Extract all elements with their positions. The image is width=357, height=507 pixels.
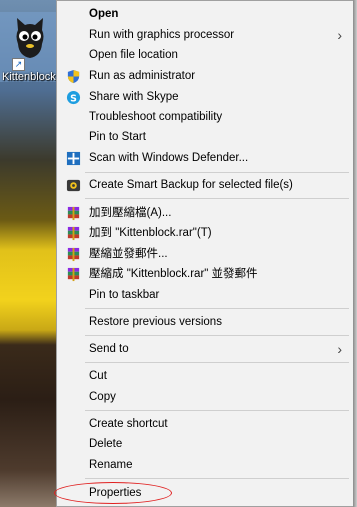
- svg-text:S: S: [70, 93, 77, 104]
- menu-item-restore-previous-versions[interactable]: Restore previous versions: [57, 312, 352, 333]
- menu-item-delete[interactable]: Delete: [57, 434, 352, 455]
- menu-item-label: Create shortcut: [89, 418, 168, 430]
- menu-item-send-to[interactable]: Send to ›: [57, 339, 352, 360]
- winrar-icon: [67, 267, 80, 282]
- menu-item-create-smart-backup[interactable]: Create Smart Backup for selected file(s): [57, 175, 352, 196]
- menu-item-label: Scan with Windows Defender...: [89, 152, 249, 164]
- menu-shadow: [353, 0, 357, 507]
- desktop-background: ↗ Kittenblock: [0, 0, 58, 507]
- menu-separator: [85, 198, 349, 199]
- menu-separator: [85, 335, 349, 336]
- menu-item-label: Send to: [89, 343, 129, 355]
- menu-item-label: Rename: [89, 459, 133, 471]
- winrar-icon: [67, 247, 80, 262]
- menu-item-run-with-gpu[interactable]: Run with graphics processor ›: [57, 25, 352, 46]
- menu-item-label: Share with Skype: [89, 91, 179, 103]
- menu-item-copy[interactable]: Copy: [57, 387, 352, 408]
- submenu-chevron-icon: ›: [337, 341, 342, 357]
- menu-separator: [85, 410, 349, 411]
- menu-item-scan-windows-defender[interactable]: Scan with Windows Defender...: [57, 148, 352, 169]
- menu-item-pin-to-start[interactable]: Pin to Start: [57, 127, 352, 148]
- skype-icon: S: [66, 90, 81, 104]
- winrar-icon: [67, 206, 80, 221]
- submenu-chevron-icon: ›: [337, 27, 342, 43]
- menu-item-label: Cut: [89, 370, 107, 382]
- menu-item-open[interactable]: Open: [57, 4, 352, 25]
- kittenblock-cat-icon: [16, 18, 44, 58]
- menu-item-label: Open: [89, 8, 119, 20]
- menu-item-cut[interactable]: Cut: [57, 366, 352, 387]
- menu-item-label: Restore previous versions: [89, 316, 222, 328]
- menu-item-troubleshoot-compatibility[interactable]: Troubleshoot compatibility: [57, 107, 352, 128]
- highlight-circle-annotation: [54, 482, 172, 504]
- shortcut-arrow-icon: ↗: [12, 58, 25, 71]
- menu-item-label: Run as administrator: [89, 70, 196, 82]
- menu-item-rar-compress-named-email[interactable]: 壓縮成 "Kittenblock.rar" 並發郵件: [57, 264, 352, 285]
- menu-item-rar-add-archive[interactable]: 加到壓縮檔(A)...: [57, 203, 352, 224]
- menu-item-rar-add-named[interactable]: 加到 "Kittenblock.rar"(T): [57, 223, 352, 244]
- menu-item-label: 壓縮成 "Kittenblock.rar" 並發郵件: [89, 268, 258, 280]
- menu-item-label: Create Smart Backup for selected file(s): [89, 179, 293, 191]
- menu-item-rar-compress-email[interactable]: 壓縮並發郵件...: [57, 244, 352, 265]
- menu-item-label: 加到 "Kittenblock.rar"(T): [89, 227, 212, 239]
- menu-item-open-file-location[interactable]: Open file location: [57, 45, 352, 66]
- menu-item-label: Run with graphics processor: [89, 29, 235, 41]
- menu-separator: [85, 478, 349, 479]
- menu-item-label: 加到壓縮檔(A)...: [89, 207, 172, 219]
- menu-item-label: 壓縮並發郵件...: [89, 248, 168, 260]
- menu-item-label: Open file location: [89, 49, 178, 61]
- menu-item-label: Delete: [89, 438, 123, 450]
- menu-item-label: Copy: [89, 391, 116, 403]
- menu-item-pin-to-taskbar[interactable]: Pin to taskbar: [57, 285, 352, 306]
- menu-item-rename[interactable]: Rename: [57, 455, 352, 476]
- menu-separator: [85, 308, 349, 309]
- menu-item-share-with-skype[interactable]: S Share with Skype: [57, 87, 352, 108]
- winrar-icon: [67, 226, 80, 241]
- context-menu: Open Run with graphics processor › Open …: [56, 0, 353, 507]
- menu-item-run-as-administrator[interactable]: Run as administrator: [57, 66, 352, 87]
- uac-shield-icon: [67, 69, 80, 84]
- menu-item-create-shortcut[interactable]: Create shortcut: [57, 414, 352, 435]
- backup-icon: [66, 179, 81, 192]
- menu-item-label: Pin to taskbar: [89, 289, 160, 301]
- kittenblock-desktop-icon[interactable]: ↗ Kittenblock: [0, 12, 58, 83]
- menu-item-label: Pin to Start: [89, 131, 146, 143]
- menu-separator: [85, 362, 349, 363]
- defender-icon: [66, 151, 81, 166]
- menu-separator: [85, 172, 349, 173]
- desktop-icon-label: Kittenblock: [2, 71, 56, 83]
- menu-item-label: Troubleshoot compatibility: [89, 111, 223, 123]
